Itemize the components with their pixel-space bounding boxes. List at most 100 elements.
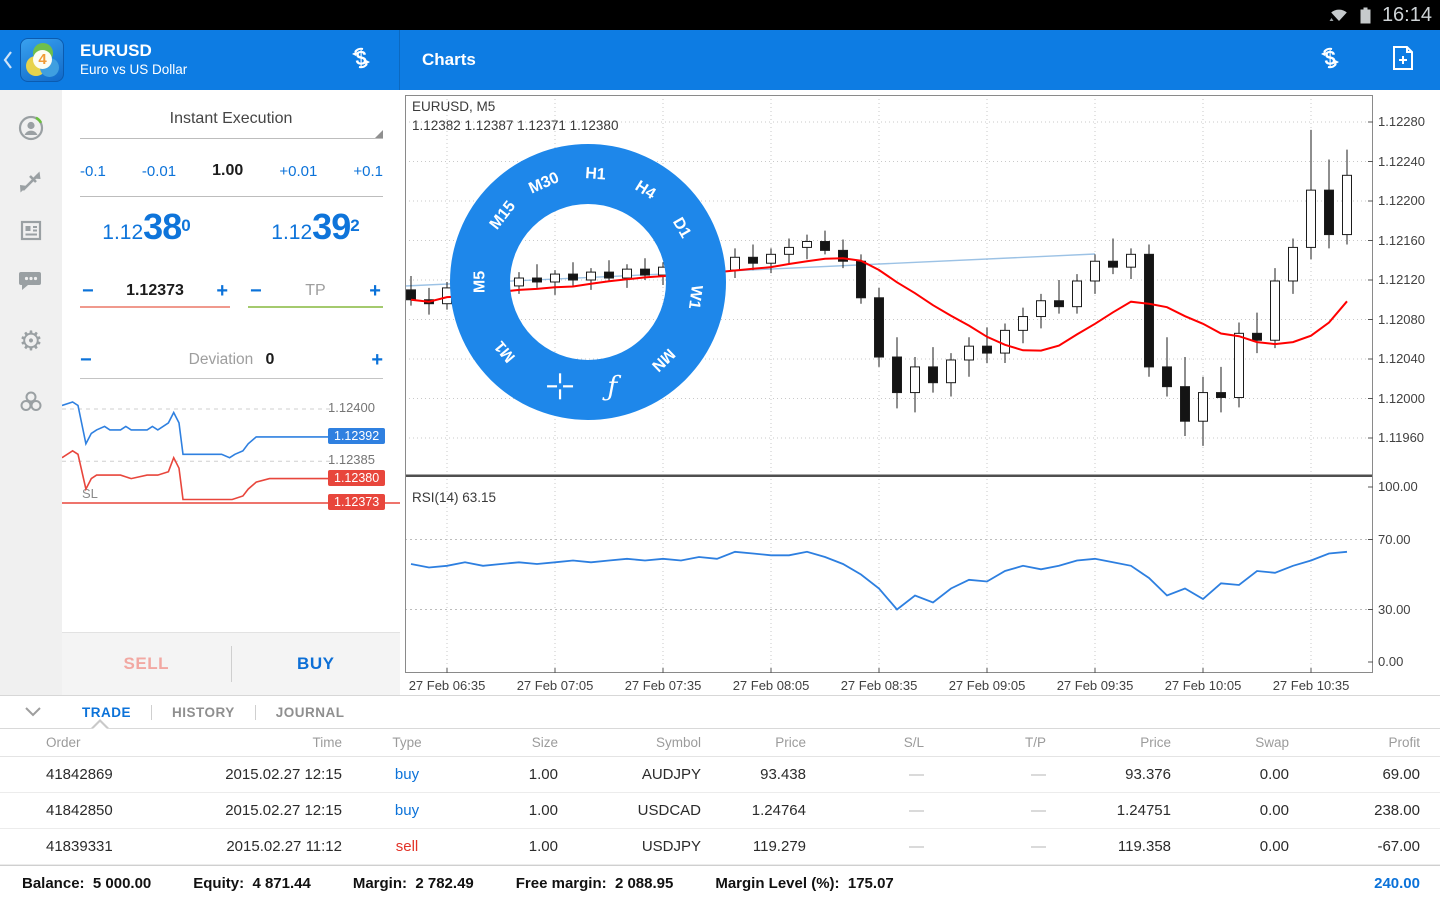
price-tick: 1.12160: [1378, 232, 1425, 248]
margin: Margin: 2 782.49: [352, 874, 474, 892]
battery-icon: [1360, 7, 1371, 23]
page-title: Charts: [422, 50, 476, 69]
mini-grid-price: 1.12385: [328, 452, 375, 468]
tp-minus-button[interactable]: −: [250, 280, 262, 303]
cell-symbol: USDJPY: [641, 838, 701, 855]
column-header-swap: Swap: [1255, 735, 1289, 750]
time-tick: 27 Feb 07:35: [624, 678, 702, 693]
sell-price-big: 38: [143, 206, 182, 247]
balance: Balance: 5 000.00: [22, 874, 152, 892]
settings-gear-icon[interactable]: ⚙: [17, 328, 45, 356]
cell-price: 1.24764: [751, 802, 806, 819]
price-tick: 1.12120: [1378, 272, 1425, 287]
account-summary: Balance: 5 000.00 Equity: 4 871.44 Margi…: [0, 865, 1440, 900]
header-actions: $: [1314, 42, 1440, 79]
cell-sl: —: [909, 838, 924, 855]
volume-plus-large[interactable]: +0.1: [353, 163, 383, 180]
column-header-price: Price: [775, 735, 806, 750]
column-header-profit: Profit: [1388, 735, 1420, 750]
buy-price-pip: 2: [350, 216, 360, 235]
exchange-symbol-icon[interactable]: $: [345, 42, 377, 79]
orders-table-header: Order Time Type Size Symbol Price S/L T/P Price S…: [0, 729, 1440, 757]
sell-button[interactable]: SELL: [62, 654, 231, 674]
tab-history[interactable]: HISTORY: [168, 705, 239, 720]
order-row[interactable]: 41842869 2015.02.27 12:15 buy 1.00 AUDJPY 93.…: [0, 757, 1440, 793]
cell-price: 119.358: [1117, 838, 1171, 855]
volume-stepper: -0.1 -0.01 1.00 +0.01 +0.1: [80, 162, 383, 180]
tab-journal[interactable]: JOURNAL: [272, 705, 349, 720]
cell-swap: 0.00: [1259, 766, 1289, 783]
tick-chart: SL 1.12400 1.12392 1.12385 1.12380 1.12373: [62, 396, 400, 520]
chat-icon[interactable]: [17, 266, 45, 294]
column-header-sl: S/L: [903, 735, 924, 750]
account-icon[interactable]: [17, 114, 45, 142]
cell-order: 41839331: [46, 838, 113, 855]
cell-profit: 238.00: [1374, 802, 1420, 819]
clock: 16:14: [1381, 4, 1432, 26]
cell-tp: —: [1031, 802, 1046, 819]
volume-plus-small[interactable]: +0.01: [279, 163, 317, 180]
divider: [151, 704, 152, 720]
tp-plus-button[interactable]: +: [369, 280, 381, 303]
volume-minus-small[interactable]: -0.01: [142, 163, 176, 180]
cell-order: 41842869: [46, 766, 113, 783]
cell-swap: 0.00: [1259, 838, 1289, 855]
back-icon[interactable]: [0, 30, 16, 90]
take-profit-stepper: − TP +: [248, 276, 383, 308]
mt4-app: 16:14 4 EURUSD Euro vs US Dollar $ Chart…: [0, 0, 1440, 900]
left-icon-rail: ⚙: [0, 90, 62, 695]
rsi-tick: 30.00: [1378, 601, 1411, 617]
collapse-chevron-icon[interactable]: [24, 706, 42, 718]
buy-price: 1.12392: [231, 206, 400, 248]
mini-price-badge: 1.12380: [328, 469, 386, 486]
svg-text:SL: SL: [82, 486, 98, 501]
mt4-logo: 4: [20, 38, 64, 82]
sl-value-field[interactable]: 1.12373: [126, 282, 184, 300]
equity: Equity: 4 871.44: [193, 874, 311, 892]
exchange-symbol-icon[interactable]: $: [1314, 42, 1346, 79]
app-header: 4 EURUSD Euro vs US Dollar $ Charts $: [0, 30, 1440, 90]
order-row[interactable]: 41839331 2015.02.27 11:12 sell 1.00 USDJPY 11…: [0, 829, 1440, 865]
execution-mode-select[interactable]: Instant Execution: [62, 110, 400, 128]
cell-tp: —: [1031, 766, 1046, 783]
orders-table: 41842869 2015.02.27 12:15 buy 1.00 AUDJPY 93.…: [0, 757, 1440, 865]
tab-trade[interactable]: TRADE: [78, 705, 135, 720]
price-tick: 1.12080: [1378, 311, 1425, 327]
sl-minus-button[interactable]: −: [82, 280, 94, 303]
time-tick: 27 Feb 09:35: [1056, 678, 1134, 693]
cell-sl: —: [909, 766, 924, 783]
sell-price-prefix: 1.12: [102, 221, 144, 244]
divider: [80, 378, 383, 379]
buy-button[interactable]: BUY: [232, 654, 401, 674]
news-icon[interactable]: [17, 217, 45, 245]
symbol-description: Euro vs US Dollar: [80, 62, 188, 77]
price-tick: 1.12200: [1378, 193, 1425, 208]
deviation-label: Deviation: [188, 351, 254, 368]
quote-prices: 1.12380 1.12392: [62, 206, 400, 248]
free-margin: Free margin: 2 088.95: [515, 874, 674, 892]
divider: [80, 138, 383, 139]
symbol-name: EURUSD: [80, 41, 152, 60]
order-row[interactable]: 41842850 2015.02.27 12:15 buy 1.00 USDCAD 1.2…: [0, 793, 1440, 829]
volume-value[interactable]: 1.00: [212, 162, 243, 180]
android-status-bar: 16:14: [0, 0, 1440, 30]
chart-area[interactable]: EURUSD, M5 1.12382 1.12387 1.12371 1.1238…: [400, 90, 1440, 695]
cell-time: 2015.02.27 12:15: [225, 766, 342, 783]
symbol-titles[interactable]: EURUSD Euro vs US Dollar: [80, 41, 187, 79]
cell-size: 1.00: [528, 802, 558, 819]
cell-order: 41842850: [46, 802, 113, 819]
volume-minus-large[interactable]: -0.1: [80, 163, 106, 180]
cell-size: 1.00: [528, 838, 558, 855]
column-header-order: Order: [46, 735, 81, 750]
trade-arrows-icon[interactable]: [17, 168, 45, 196]
divider: [80, 196, 383, 197]
tp-value-field[interactable]: TP: [305, 282, 325, 300]
cell-time: 2015.02.27 12:15: [225, 802, 342, 819]
cell-tp: —: [1031, 838, 1046, 855]
community-icon[interactable]: [17, 388, 45, 416]
time-tick: 27 Feb 07:05: [516, 678, 594, 693]
new-chart-icon[interactable]: [1390, 44, 1416, 77]
cell-swap: 0.00: [1259, 802, 1289, 819]
sl-plus-button[interactable]: +: [216, 280, 228, 303]
deviation-stepper: − Deviation 0 +: [80, 344, 383, 376]
